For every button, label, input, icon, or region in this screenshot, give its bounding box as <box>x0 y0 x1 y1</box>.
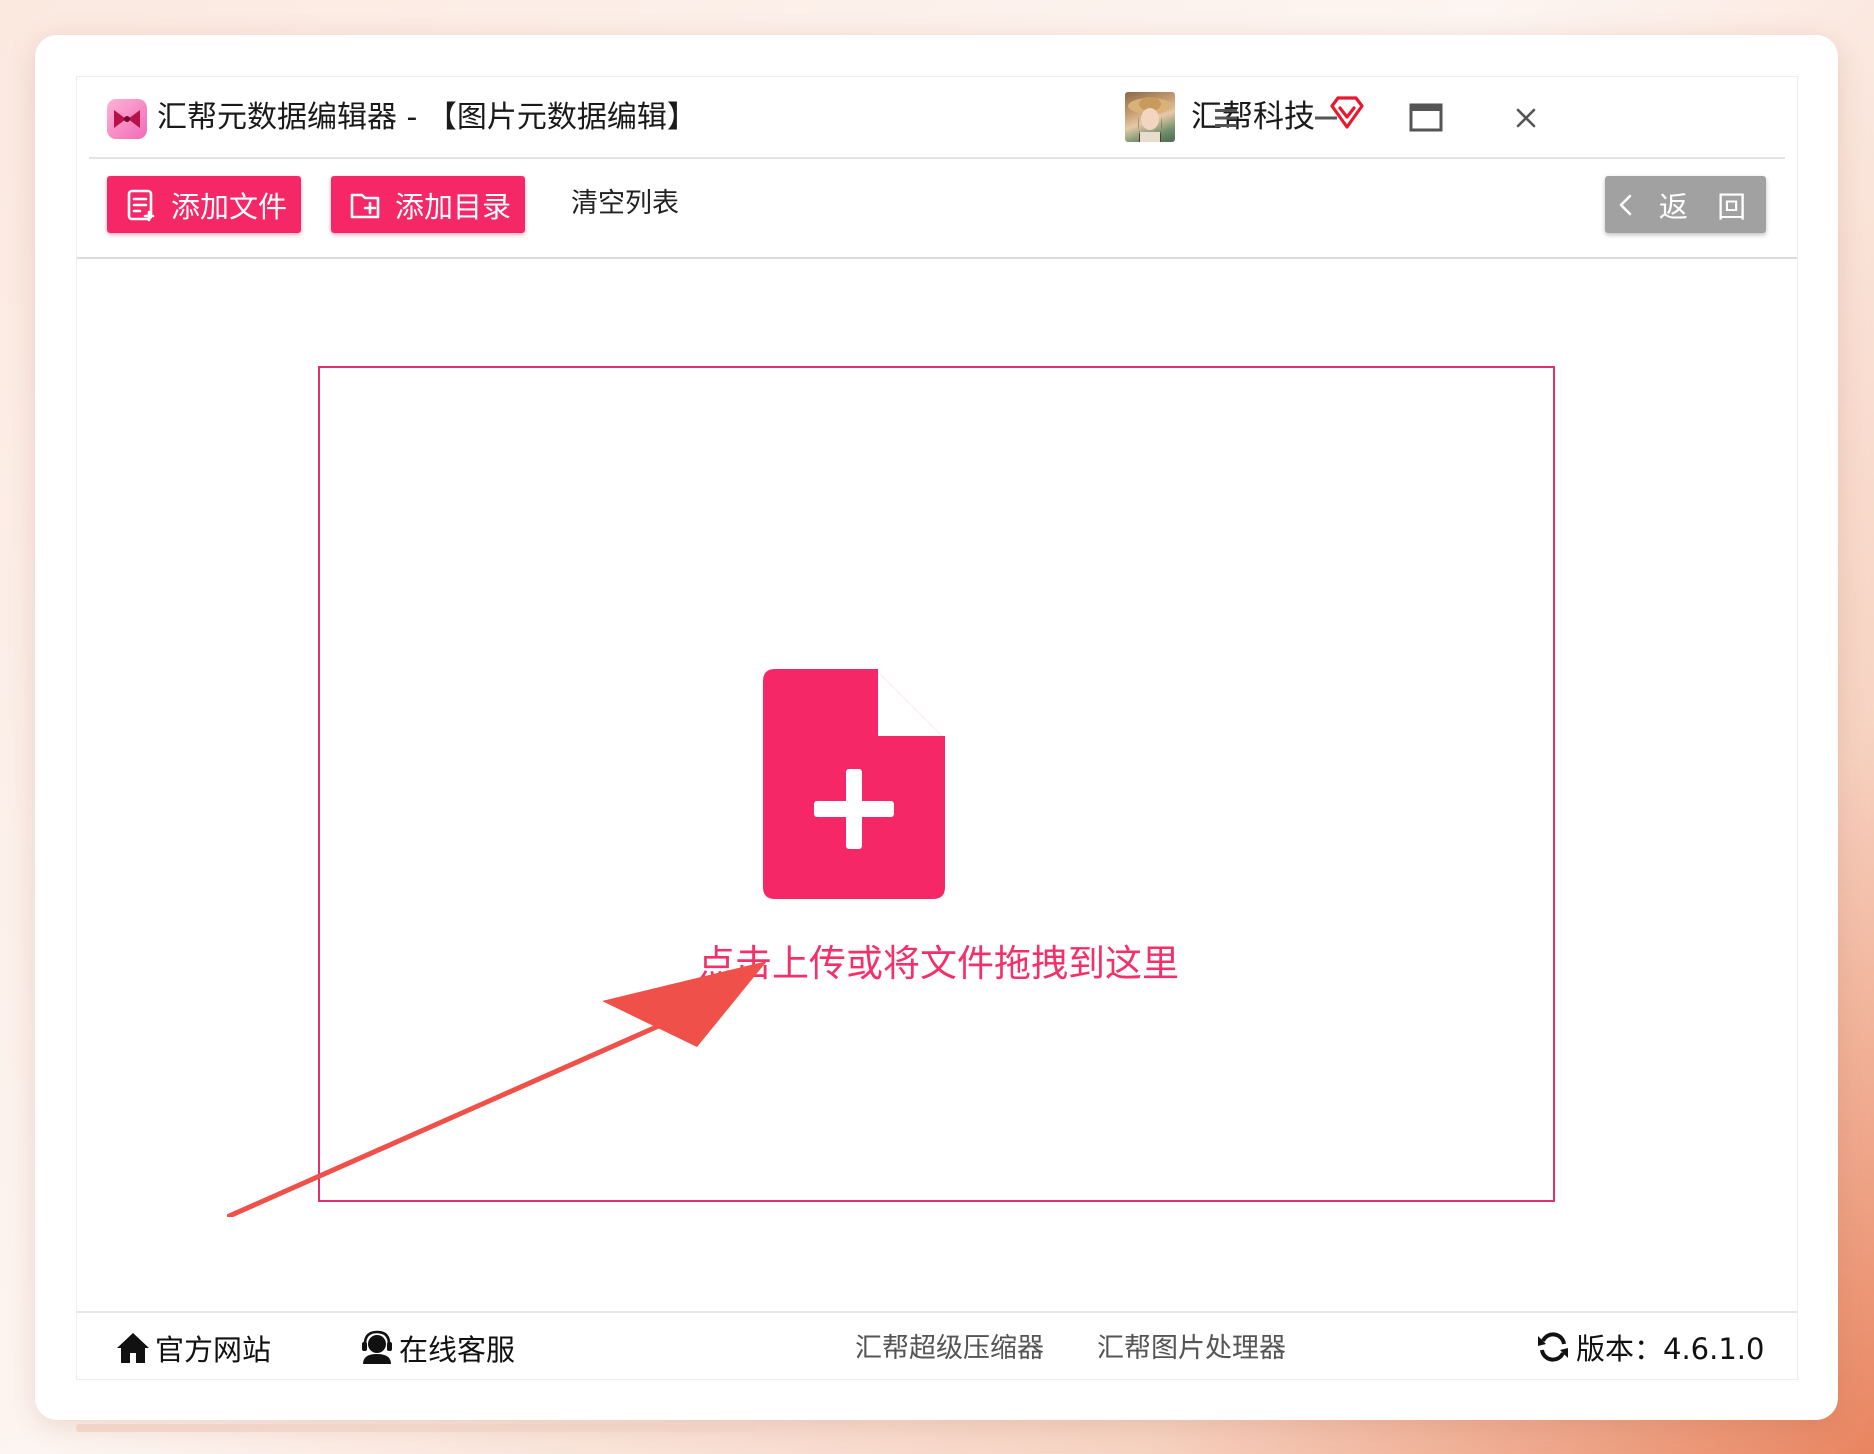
home-icon <box>117 1333 149 1363</box>
add-folder-button[interactable]: 添加目录 <box>331 176 525 233</box>
title-bar[interactable]: 汇帮元数据编辑器 - 【图片元数据编辑】 汇帮科技 <box>77 77 1797 159</box>
website-label: 官方网站 <box>155 1333 272 1367</box>
avatar[interactable] <box>1125 92 1175 142</box>
online-support-link[interactable]: 在线客服 <box>359 1326 515 1370</box>
add-file-button[interactable]: 添加文件 <box>107 176 301 233</box>
upload-drop-zone[interactable]: 点击上传或将文件拖拽到这里 <box>318 366 1555 1202</box>
refresh-icon[interactable] <box>1536 1330 1570 1364</box>
app-window: 汇帮元数据编辑器 - 【图片元数据编辑】 汇帮科技 添加文件 添加目录 清空列表… <box>76 76 1798 1380</box>
official-website-link[interactable]: 官方网站 <box>115 1326 271 1370</box>
headset-user-icon <box>362 1330 392 1364</box>
support-label: 在线客服 <box>399 1333 516 1367</box>
maximize-icon <box>1409 103 1443 132</box>
close-button[interactable] <box>1503 95 1549 141</box>
clear-list-button[interactable]: 清空列表 <box>571 183 679 225</box>
bottom-shadow <box>76 1424 756 1432</box>
drop-hint-text: 点击上传或将文件拖拽到这里 <box>698 942 1179 985</box>
hamburger-menu-icon <box>1215 109 1237 127</box>
version-info: 版本：4.6.1.0 <box>1536 1325 1764 1369</box>
close-icon <box>1516 108 1536 128</box>
footer-divider <box>77 1311 1797 1313</box>
menu-button[interactable] <box>1203 95 1249 141</box>
app-link-compressor[interactable]: 汇帮超级压缩器 <box>855 1328 1044 1370</box>
title-divider <box>89 157 1785 159</box>
maximize-button[interactable] <box>1403 95 1449 141</box>
add-folder-label: 添加目录 <box>395 189 512 224</box>
back-button[interactable]: 返 回 <box>1605 176 1766 233</box>
app-title: 汇帮元数据编辑器 - 【图片元数据编辑】 <box>157 100 697 135</box>
version-label: 版本：4.6.1.0 <box>1576 1332 1765 1366</box>
back-label: 返 回 <box>1658 189 1757 224</box>
toolbar-divider <box>77 257 1797 259</box>
add-file-icon <box>127 189 155 221</box>
minimize-button[interactable] <box>1303 95 1349 141</box>
app-link-image-processor[interactable]: 汇帮图片处理器 <box>1097 1328 1286 1370</box>
add-file-label: 添加文件 <box>171 189 288 224</box>
minimize-icon <box>1315 116 1337 120</box>
file-plus-icon[interactable] <box>763 669 945 899</box>
add-folder-icon <box>350 193 380 218</box>
bowtie-logo-icon <box>107 99 147 139</box>
chevron-left-icon <box>1619 194 1632 215</box>
